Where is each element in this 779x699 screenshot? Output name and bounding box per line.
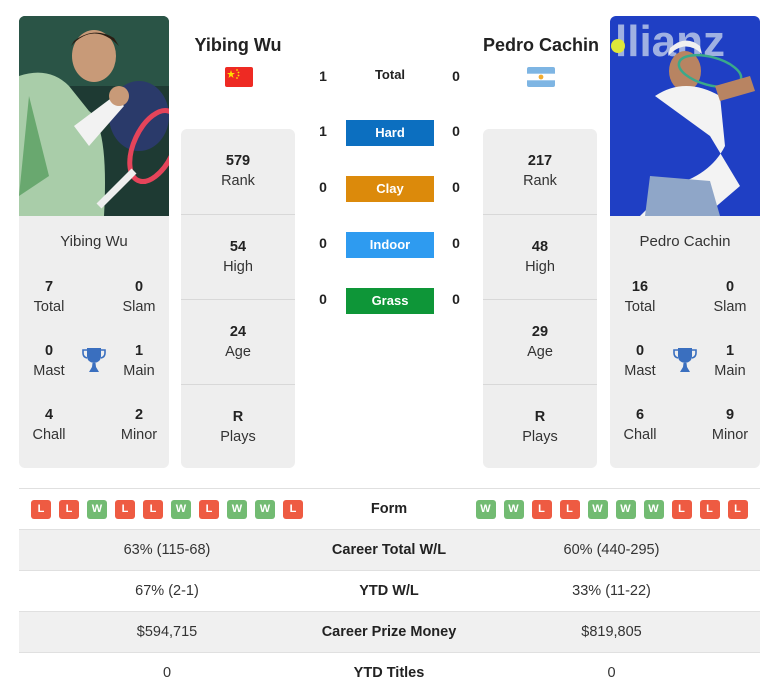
stat-right: 60% (440-295): [563, 542, 660, 558]
surface-badge-indoor[interactable]: Indoor: [346, 232, 434, 258]
stat-label: Career Prize Money: [321, 624, 457, 640]
high-cell: 54 High: [181, 214, 295, 299]
titles-chall: 6 Chall: [623, 407, 657, 443]
svg-text:llianz: llianz: [615, 17, 725, 66]
titles-main: 1 Main: [123, 343, 155, 379]
trophy-icon: [82, 347, 106, 373]
player-name-left[interactable]: Yibing Wu: [163, 35, 313, 56]
comparison-table: LLWLLWLWWL Form WWLLWWWLLL 63% (115-68) …: [19, 488, 760, 694]
surface-badge-hard[interactable]: Hard: [346, 120, 434, 146]
form-loss-badge: L: [283, 500, 303, 519]
titles-minor: 2 Minor: [120, 407, 158, 443]
surface-badge-grass[interactable]: Grass: [346, 288, 434, 314]
form-win-badge: W: [643, 500, 664, 519]
titles-card-left: Yibing Wu 7 Total 0 Slam 0 Mast 1 Main 4 Chal…: [19, 216, 169, 468]
h2h-grass-left: 0: [319, 291, 327, 307]
h2h-indoor-right: 0: [452, 235, 460, 251]
h2h-surface-indoor: 0 Indoor 0: [300, 232, 480, 258]
form-label: Form: [370, 501, 408, 517]
form-win-badge: W: [615, 500, 636, 519]
player-photo-right: llianz: [610, 16, 760, 216]
rank-cell: 217 Rank: [523, 153, 557, 189]
h2h-total-label: Total: [374, 67, 406, 82]
form-loss-badge: L: [31, 500, 51, 519]
form-win-badge: W: [227, 500, 247, 519]
h2h-total-right: 0: [452, 68, 460, 84]
player-photo-left: [19, 16, 169, 216]
form-win-badge: W: [587, 500, 608, 519]
form-badges-right: WWLLWWWLLL: [463, 489, 760, 530]
surface-badge-clay[interactable]: Clay: [346, 176, 434, 202]
stat-label: Career Total W/L: [331, 542, 447, 558]
age-cell: 24 Age: [181, 299, 295, 384]
titles-slam: 0 Slam: [122, 279, 156, 315]
stat-right: $819,805: [581, 624, 642, 640]
form-win-badge: W: [475, 500, 496, 519]
h2h-clay-right: 0: [452, 179, 460, 195]
player-name-right[interactable]: Pedro Cachin: [466, 35, 616, 56]
china-flag-icon: [225, 67, 253, 87]
form-left: LLWLLWLWWL: [19, 489, 315, 530]
stat-label: YTD W/L: [359, 583, 419, 599]
titles-slam: 0 Slam: [713, 279, 747, 315]
titles-card-right: Pedro Cachin 16 Total 0 Slam 0 Mast 1 Main 6…: [610, 216, 760, 468]
h2h-total-row: 1 Total 0: [300, 65, 480, 91]
h2h-indoor-left: 0: [319, 235, 327, 251]
stat-label: YTD Titles: [353, 665, 425, 681]
h2h-surface-grass: 0 Grass 0: [300, 288, 480, 314]
h2h-surface-clay: 0 Clay 0: [300, 176, 480, 202]
titles-main: 1 Main: [714, 343, 746, 379]
form-loss-badge: L: [699, 500, 720, 519]
titles-minor: 9 Minor: [711, 407, 749, 443]
titles-mast: 0 Mast: [33, 343, 65, 379]
player-name-right-small: Pedro Cachin: [639, 233, 731, 250]
titles-total: 16 Total: [624, 279, 656, 315]
plays-cell: R Plays: [483, 384, 597, 469]
titles-chall: 4 Chall: [32, 407, 66, 443]
form-loss-badge: L: [671, 500, 692, 519]
form-loss-badge: L: [115, 500, 135, 519]
stat-left: $594,715: [136, 624, 198, 640]
form-loss-badge: L: [59, 500, 79, 519]
table-row: $594,715 Career Prize Money $819,805: [19, 612, 760, 653]
trophy-icon: [673, 347, 697, 373]
form-win-badge: W: [503, 500, 524, 519]
stat-left: 67% (2-1): [135, 583, 199, 599]
form-loss-badge: L: [559, 500, 580, 519]
form-loss-badge: L: [531, 500, 552, 519]
h2h-hard-right: 0: [452, 123, 460, 139]
form-win-badge: W: [87, 500, 107, 519]
table-row: 67% (2-1) YTD W/L 33% (11-22): [19, 571, 760, 612]
h2h-clay-left: 0: [319, 179, 327, 195]
table-row: 63% (115-68) Career Total W/L 60% (440-2…: [19, 530, 760, 571]
form-win-badge: W: [171, 500, 191, 519]
argentina-flag-icon: [527, 67, 555, 87]
form-badges-left: LLWLLWLWWL: [19, 489, 315, 530]
form-loss-badge: L: [143, 500, 163, 519]
info-card-left: 579 Rank 54 High 24 Age R Plays: [181, 129, 295, 468]
age-cell: 29 Age: [483, 299, 597, 384]
h2h-hard-left: 1: [319, 123, 327, 139]
form-right: WWLLWWWLLL: [463, 489, 760, 530]
form-loss-badge: L: [727, 500, 748, 519]
titles-total: 7 Total: [33, 279, 65, 315]
form-win-badge: W: [255, 500, 275, 519]
stat-right: 33% (11-22): [572, 583, 651, 599]
stat-left: 63% (115-68): [123, 542, 211, 558]
table-row: 0 YTD Titles 0: [19, 653, 760, 694]
stat-right: 0: [607, 665, 616, 681]
stat-left: 0: [162, 665, 172, 681]
high-cell: 48 High: [483, 214, 597, 299]
h2h-total-left: 1: [319, 68, 327, 84]
form-row: LLWLLWLWWL Form WWLLWWWLLL: [19, 489, 760, 530]
info-card-right: 217 Rank 48 High 29 Age R Plays: [483, 129, 597, 468]
titles-mast: 0 Mast: [624, 343, 656, 379]
h2h-surface-hard: 1 Hard 0: [300, 120, 480, 146]
rank-cell: 579 Rank: [221, 153, 255, 189]
player-name-left-small: Yibing Wu: [60, 233, 128, 250]
form-loss-badge: L: [199, 500, 219, 519]
plays-cell: R Plays: [181, 384, 295, 469]
h2h-grass-right: 0: [452, 291, 460, 307]
